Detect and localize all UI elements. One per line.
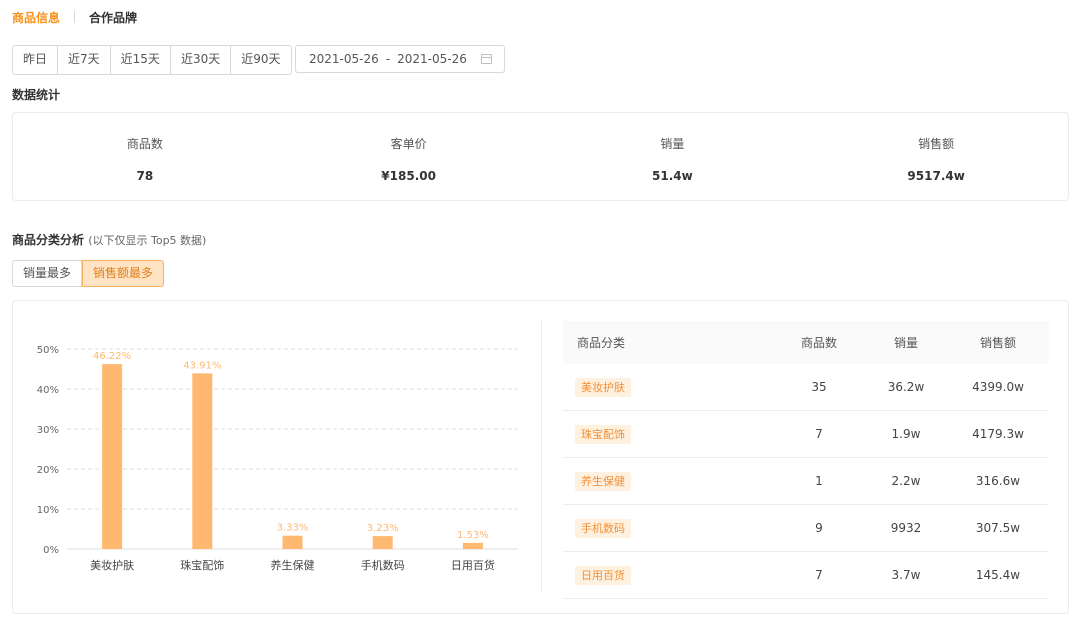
stat-product-count: 商品数 78 [13, 113, 277, 200]
y-tick-label: 20% [37, 465, 59, 476]
table-row: 美妆护肤 35 36.2w 4399.0w [563, 364, 1049, 411]
table-row: 手机数码 9 9932 307.5w [563, 504, 1049, 552]
header-amount: 销售额 [947, 321, 1049, 364]
cell-count: 7 [773, 551, 865, 599]
stat-sales-amount: 销售额 9517.4w [804, 113, 1068, 200]
stat-value: 78 [136, 169, 154, 183]
x-tick-label: 养生保健 [271, 558, 315, 572]
cell-sales: 2.2w [865, 457, 947, 505]
x-tick-label: 手机数码 [361, 558, 405, 572]
date-end: 2021-05-26 [397, 52, 467, 66]
analysis-card: 0% 10% 20% 30% 40% 50% 46.22% 美妆护肤 43.91% 珠宝配饰 3.3… [12, 300, 1069, 614]
y-tick-label: 0% [43, 545, 59, 556]
category-table: 商品分类 商品数 销量 销售额 美妆护肤 35 36.2w 4399.0w 珠宝… [563, 321, 1049, 599]
calendar-icon[interactable] [481, 54, 492, 64]
tab-product-info[interactable]: 商品信息 [12, 9, 60, 26]
bar-data-label: 1.53% [457, 530, 489, 541]
bar-data-label: 3.23% [367, 523, 399, 534]
bar [192, 373, 213, 549]
stat-value: ¥185.00 [381, 169, 436, 183]
table-row: 珠宝配饰 7 1.9w 4179.3w [563, 410, 1049, 458]
category-bar-chart: 0% 10% 20% 30% 40% 50% 46.22% 美妆护肤 43.91% 珠宝配饰 3.3… [37, 345, 518, 572]
range-yesterday-button[interactable]: 昨日 [13, 46, 59, 74]
cell-amount: 145.4w [947, 551, 1049, 599]
x-tick-label: 珠宝配饰 [180, 558, 224, 572]
category-tag: 日用百货 [575, 565, 631, 585]
y-tick-label: 10% [37, 505, 59, 516]
bar [102, 364, 123, 549]
tab-bar: 商品信息 合作品牌 [12, 8, 137, 26]
table-row: 日用百货 7 3.7w 145.4w [563, 551, 1049, 599]
date-range-picker[interactable]: 2021-05-26 - 2021-05-26 [295, 45, 505, 73]
date-separator: - [385, 52, 391, 66]
cell-count: 7 [773, 410, 865, 458]
cell-amount: 316.6w [947, 457, 1049, 505]
range-7-days-button[interactable]: 近7天 [58, 46, 111, 74]
cell-sales: 36.2w [865, 364, 947, 411]
analysis-note: (以下仅显示 Top5 数据) [88, 234, 207, 247]
tab-partner-brands[interactable]: 合作品牌 [89, 9, 137, 26]
tab-divider [74, 11, 76, 23]
bar [462, 542, 483, 549]
stat-label: 销量 [660, 137, 685, 151]
cell-amount: 307.5w [947, 504, 1049, 552]
sort-by-amount-button[interactable]: 销售额最多 [82, 260, 165, 287]
stat-sales-volume: 销量 51.4w [541, 113, 805, 200]
range-90-days-button[interactable]: 近90天 [231, 46, 291, 74]
cell-count: 1 [773, 457, 865, 505]
y-tick-label: 50% [37, 345, 59, 356]
analysis-title: 商品分类分析 [12, 233, 85, 247]
header-sales: 销量 [865, 321, 947, 364]
stats-section-title: 数据统计 [12, 88, 61, 102]
analysis-section-title: 商品分类分析 (以下仅显示 Top5 数据) [12, 231, 206, 248]
cell-count: 35 [773, 364, 865, 411]
x-tick-label: 日用百货 [451, 558, 495, 572]
table-header-row: 商品分类 商品数 销量 销售额 [563, 321, 1049, 364]
y-tick-label: 30% [37, 425, 59, 436]
stat-avg-price: 客单价 ¥185.00 [277, 113, 541, 200]
stat-value: 9517.4w [907, 169, 965, 183]
x-tick-label: 美妆护肤 [90, 558, 134, 572]
panel-divider [541, 321, 542, 593]
bar [282, 535, 303, 549]
stat-label: 销售额 [918, 137, 955, 151]
bar-data-label: 43.91% [183, 360, 221, 371]
cell-count: 9 [773, 504, 865, 552]
cell-sales: 3.7w [865, 551, 947, 599]
stat-label: 客单价 [390, 137, 427, 151]
sort-toggle-group: 销量最多 销售额最多 [12, 260, 165, 287]
sort-by-volume-button[interactable]: 销量最多 [12, 260, 83, 287]
stat-value: 51.4w [652, 169, 693, 183]
y-tick-label: 40% [37, 385, 59, 396]
cell-sales: 9932 [865, 504, 947, 552]
table-row: 养生保健 1 2.2w 316.6w [563, 457, 1049, 505]
category-tag: 美妆护肤 [575, 377, 631, 397]
header-count: 商品数 [773, 321, 865, 364]
cell-sales: 1.9w [865, 410, 947, 458]
header-category: 商品分类 [563, 321, 773, 364]
stat-label: 商品数 [126, 137, 163, 151]
cell-amount: 4179.3w [947, 410, 1049, 458]
date-range-group: 昨日 近7天 近15天 近30天 近90天 [12, 45, 292, 75]
date-start: 2021-05-26 [309, 52, 379, 66]
stats-card: 商品数 78 客单价 ¥185.00 销量 51.4w 销售额 9517.4w [12, 112, 1069, 201]
category-tag: 养生保健 [575, 471, 631, 491]
cell-amount: 4399.0w [947, 364, 1049, 411]
bar-data-label: 3.33% [277, 523, 309, 534]
range-30-days-button[interactable]: 近30天 [170, 46, 232, 74]
category-tag: 珠宝配饰 [575, 424, 631, 444]
bar [372, 536, 393, 549]
range-15-days-button[interactable]: 近15天 [110, 46, 171, 74]
category-tag: 手机数码 [575, 518, 631, 538]
bar-data-label: 46.22% [93, 351, 131, 362]
